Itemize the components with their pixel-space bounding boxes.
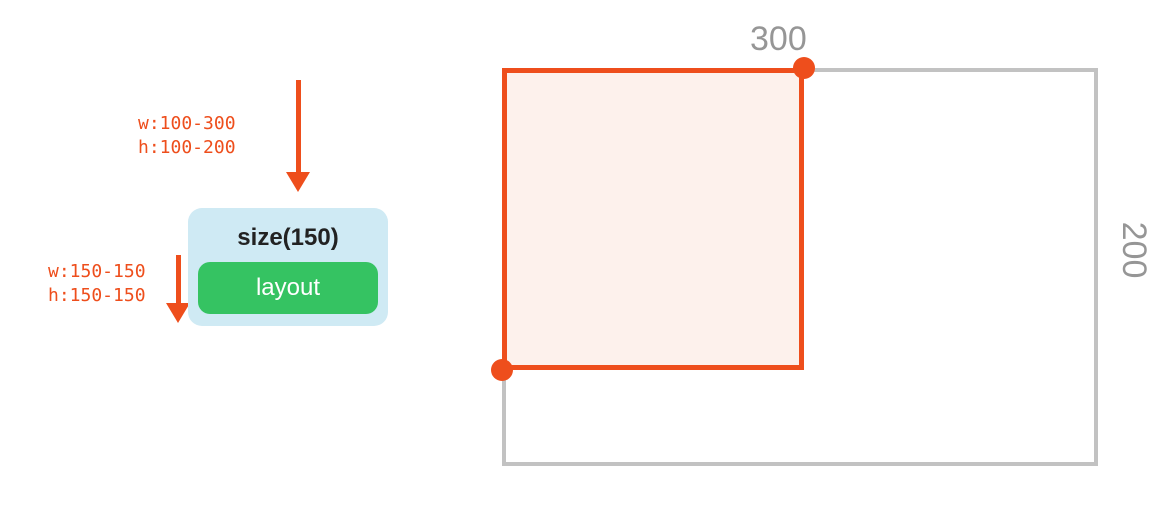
widget-node: size(150) layout [188, 208, 388, 326]
arrow-down-icon [286, 80, 310, 192]
constraints-incoming-w: w:100-300 [138, 112, 236, 136]
layout-visualization: 300 200 [480, 20, 1130, 490]
resize-handle-icon [491, 359, 513, 381]
widget-node-title: size(150) [198, 218, 378, 262]
constraints-incoming-label: w:100-300 h:100-200 [138, 112, 236, 161]
constraints-incoming-h: h:100-200 [138, 136, 236, 160]
container-height-label: 200 [1114, 222, 1153, 279]
container-width-label: 300 [750, 20, 807, 59]
constraints-outgoing-w: w:150-150 [48, 260, 146, 284]
resize-handle-icon [793, 57, 815, 79]
constraints-outgoing-label: w:150-150 h:150-150 [48, 260, 146, 309]
child-box [502, 68, 804, 370]
arrow-down-icon [166, 255, 190, 323]
constraints-outgoing-h: h:150-150 [48, 284, 146, 308]
widget-node-child: layout [198, 262, 378, 314]
